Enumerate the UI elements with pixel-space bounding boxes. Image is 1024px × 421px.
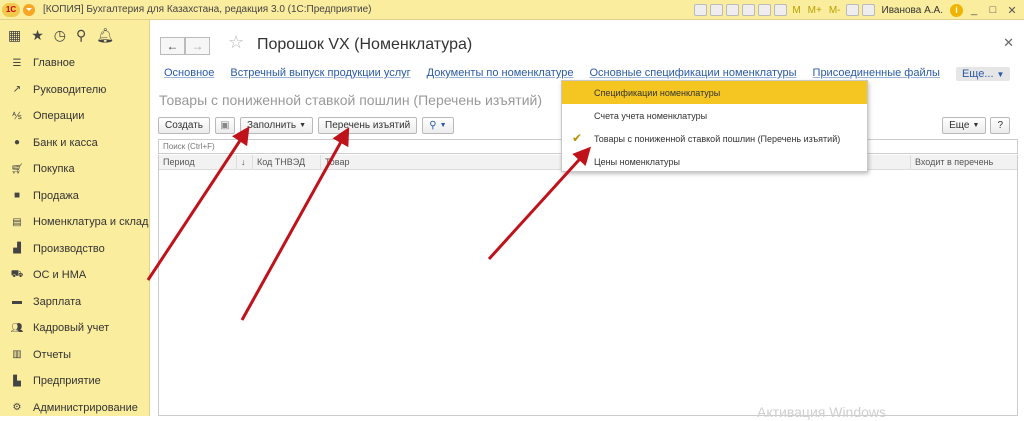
chevron-down-icon: ▼ <box>440 122 447 129</box>
user-name[interactable]: Иванова А.А. <box>882 5 943 16</box>
print-icon[interactable] <box>710 4 723 16</box>
copy-icon[interactable]: ▣ <box>215 117 235 134</box>
sidebar-item-sales[interactable]: ■Продажа <box>0 183 149 210</box>
data-grid: Период ↓ Код ТНВЭД Товар Входит в перече… <box>158 155 1018 416</box>
salary-icon: ▬ <box>10 296 24 307</box>
help-button[interactable]: ? <box>990 117 1010 134</box>
bank-icon: ● <box>10 137 24 148</box>
link-counter-output[interactable]: Встречный выпуск продукции услуг <box>230 67 410 81</box>
chevron-down-icon: ▼ <box>997 70 1005 79</box>
dropdown-item-reduced-duty-goods[interactable]: ✔Товары с пониженной ставкой пошлин (Пер… <box>562 127 867 150</box>
cart-icon: 🛒︎ <box>10 164 24 175</box>
operations-icon: ⅍ <box>10 111 24 122</box>
app-logo-icon: 1С <box>2 3 20 17</box>
app-title: [КОПИЯ] Бухгалтерия для Казахстана, реда… <box>43 4 372 15</box>
sidebar-item-bank[interactable]: ●Банк и касса <box>0 130 149 157</box>
history-icon[interactable]: ◷ <box>54 27 66 44</box>
more-links-button[interactable]: Еще...▼ <box>956 67 1010 81</box>
apps-grid-icon[interactable]: ▦ <box>8 27 21 44</box>
column-tnved-code[interactable]: Код ТНВЭД <box>253 155 321 169</box>
chevron-down-icon: ▼ <box>299 122 306 129</box>
favorite-star-icon[interactable]: ☆ <box>228 32 244 53</box>
memory-button[interactable]: M <box>790 5 802 16</box>
search-icon[interactable]: ⚲ <box>76 27 86 44</box>
chevron-down-icon: ▼ <box>973 122 980 129</box>
bell-icon[interactable]: 🔔︎ <box>96 27 114 44</box>
link-documents[interactable]: Документы по номенклатуре <box>427 67 574 81</box>
sidebar-item-fixed-assets[interactable]: ⛟ОС и НМА <box>0 262 149 289</box>
sidebar-item-warehouse[interactable]: ▤Номенклатура и склад <box>0 209 149 236</box>
truck-icon: ⛟ <box>10 269 24 282</box>
windows-activation-watermark: Активация Windows <box>757 404 886 420</box>
section-links: Основное Встречный выпуск продукции услу… <box>164 67 1010 81</box>
sort-arrow-icon[interactable]: ↓ <box>237 155 253 169</box>
sidebar-item-salary[interactable]: ▬Зарплата <box>0 289 149 316</box>
title-bar: 1С [КОПИЯ] Бухгалтерия для Казахстана, р… <box>0 0 1024 20</box>
column-period[interactable]: Период <box>159 155 237 169</box>
dropdown-item-prices[interactable]: Цены номенклатуры <box>562 150 867 173</box>
back-button[interactable]: ← <box>160 37 185 55</box>
warehouse-icon: ▤ <box>10 217 24 228</box>
minimize-button[interactable]: _ <box>966 4 982 16</box>
sidebar-item-main[interactable]: ☰Главное <box>0 50 149 77</box>
form-toolbar-right: Еще▼ ? <box>942 117 1010 134</box>
sidebar-item-reports[interactable]: ▥Отчеты <box>0 342 149 369</box>
trend-icon: ↗ <box>10 84 24 95</box>
sidebar-item-hr[interactable]: 👥︎Кадровый учет <box>0 315 149 342</box>
link-specifications[interactable]: Основные спецификации номенклатуры <box>590 67 797 81</box>
nav-buttons: ← → <box>160 37 210 55</box>
dropdown-item-specifications[interactable]: Спецификации номенклатуры <box>562 81 867 104</box>
search-button[interactable]: ⚲▼ <box>422 117 453 134</box>
factory-icon: ▟ <box>10 243 24 254</box>
main-menu-icon[interactable] <box>23 4 35 16</box>
mail-icon[interactable] <box>742 4 755 16</box>
bag-icon: ■ <box>10 190 24 201</box>
sidebar-item-admin[interactable]: ⚙Администрирование <box>0 395 149 421</box>
window-icon[interactable] <box>862 4 875 16</box>
close-window-button[interactable]: ✕ <box>1004 4 1020 17</box>
sidebar: ▦ ★ ◷ ⚲ 🔔︎ ☰Главное ↗Руководителю ⅍Опера… <box>0 20 150 416</box>
dropdown-item-accounts[interactable]: Счета учета номенклатуры <box>562 104 867 127</box>
calendar-grid-icon[interactable] <box>774 4 787 16</box>
link-attached-files[interactable]: Присоединенные файлы <box>813 67 940 81</box>
sidebar-item-production[interactable]: ▟Производство <box>0 236 149 263</box>
table-icon[interactable] <box>758 4 771 16</box>
fill-button[interactable]: Заполнить▼ <box>240 117 313 134</box>
zoom-icon[interactable] <box>846 4 859 16</box>
gear-icon: ⚙ <box>10 402 24 413</box>
search-icon: ⚲ <box>429 120 436 131</box>
sidebar-item-operations[interactable]: ⅍Операции <box>0 103 149 130</box>
more-links-dropdown: Спецификации номенклатуры Счета учета но… <box>561 80 868 172</box>
people-icon: 👥︎ <box>10 323 24 334</box>
sidebar-item-manager[interactable]: ↗Руководителю <box>0 77 149 104</box>
memory-plus-button[interactable]: M+ <box>806 5 824 16</box>
form-title: Товары с пониженной ставкой пошлин (Пере… <box>159 92 542 108</box>
sidebar-item-enterprise[interactable]: ▙Предприятие <box>0 368 149 395</box>
column-in-list[interactable]: Входит в перечень <box>911 155 1017 169</box>
save-icon[interactable] <box>726 4 739 16</box>
forward-button[interactable]: → <box>185 37 210 55</box>
sidebar-toolbar: ▦ ★ ◷ ⚲ 🔔︎ <box>0 20 149 50</box>
checkmark-icon: ✔ <box>572 131 582 145</box>
enterprise-icon: ▙ <box>10 376 24 387</box>
info-icon[interactable]: i <box>950 4 963 17</box>
exemptions-list-button[interactable]: Перечень изъятий <box>318 117 417 134</box>
more-button[interactable]: Еще▼ <box>942 117 986 134</box>
sidebar-item-purchase[interactable]: 🛒︎Покупка <box>0 156 149 183</box>
link-main[interactable]: Основное <box>164 67 214 81</box>
form-toolbar: Создать ▣ Заполнить▼ Перечень изъятий ⚲▼ <box>158 117 454 134</box>
chart-icon: ▥ <box>10 349 24 360</box>
create-button[interactable]: Создать <box>158 117 210 134</box>
close-icon[interactable]: ✕ <box>1003 35 1014 51</box>
title-toolbar: M M+ M- Иванова А.А. i _ □ ✕ <box>694 0 1024 20</box>
favorites-star-icon[interactable]: ★ <box>31 27 44 44</box>
calendar-icon[interactable] <box>694 4 707 16</box>
maximize-button[interactable]: □ <box>985 4 1001 16</box>
page-title: Порошок VX (Номенклатура) <box>257 36 472 54</box>
menu-icon: ☰ <box>10 58 24 69</box>
memory-minus-button[interactable]: M- <box>827 5 843 16</box>
